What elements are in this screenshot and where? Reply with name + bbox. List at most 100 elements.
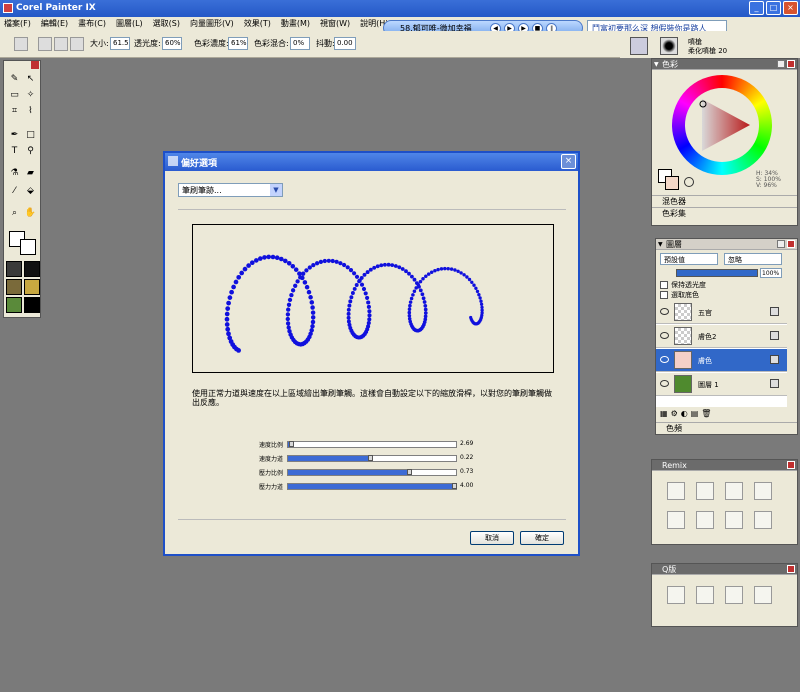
- straight-line-icon[interactable]: [54, 37, 68, 51]
- delete-layer-icon[interactable]: 🗑: [701, 409, 711, 421]
- chalk-icon[interactable]: [696, 511, 714, 529]
- brush-icon[interactable]: ✎: [8, 73, 21, 86]
- ink-pen-icon[interactable]: [667, 586, 685, 604]
- layer-opacity-field[interactable]: 100%: [760, 268, 782, 278]
- toolbox-close-icon[interactable]: [31, 61, 39, 69]
- menu-file[interactable]: 檔案(F): [4, 17, 31, 31]
- oil-brush-icon[interactable]: [667, 482, 685, 500]
- additional-color-swatch[interactable]: [20, 239, 36, 255]
- palette-knife-icon[interactable]: [725, 482, 743, 500]
- panel-menu-icon[interactable]: [777, 60, 785, 68]
- dropper-icon[interactable]: ⚗: [8, 167, 21, 180]
- eraser-icon[interactable]: ▰: [24, 167, 37, 180]
- hue-ring[interactable]: [672, 75, 772, 175]
- eye-icon[interactable]: [660, 380, 669, 387]
- layer-row[interactable]: 膚色2: [656, 325, 787, 348]
- rect-select-icon[interactable]: ▭: [8, 89, 21, 102]
- slider-knob[interactable]: [452, 483, 457, 489]
- marker-icon[interactable]: [754, 511, 772, 529]
- airbrush-icon[interactable]: [754, 586, 772, 604]
- remix-palette-header[interactable]: Remix: [652, 460, 797, 471]
- grabber-icon[interactable]: ✋: [24, 207, 37, 220]
- new-layer-icon[interactable]: ▤: [691, 409, 699, 421]
- velocity-scale-slider[interactable]: 速度比例 2.69: [225, 440, 505, 450]
- pressure-power-slider[interactable]: 壓力力道 4.00: [225, 482, 505, 492]
- magnifier-icon[interactable]: ⌕: [8, 207, 21, 220]
- layer-adjuster-icon[interactable]: ↖: [24, 73, 37, 86]
- dialog-close-button[interactable]: ×: [561, 154, 576, 169]
- eyedropper-icon[interactable]: ⁄: [8, 185, 21, 198]
- brush-variant-icon[interactable]: [70, 37, 84, 51]
- resat-field[interactable]: 61%: [228, 37, 248, 50]
- crop-icon[interactable]: ⌗: [8, 105, 21, 118]
- slider-knob[interactable]: [407, 469, 412, 475]
- slider-track[interactable]: [287, 441, 457, 448]
- fine-pen-icon[interactable]: [696, 586, 714, 604]
- pastel-icon[interactable]: [667, 511, 685, 529]
- channels-panel-header[interactable]: 色頻: [656, 422, 797, 433]
- q-palette-header[interactable]: Q版: [652, 564, 797, 575]
- bleed-field[interactable]: 0%: [290, 37, 310, 50]
- eye-icon[interactable]: [660, 332, 669, 339]
- pen-icon[interactable]: ✒: [8, 129, 21, 142]
- ok-button[interactable]: 確定: [520, 531, 564, 545]
- layer-row-selected[interactable]: 膚色: [656, 349, 787, 372]
- eye-icon[interactable]: [660, 356, 669, 363]
- smear-brush-icon[interactable]: [754, 482, 772, 500]
- shape-selection-icon[interactable]: ⚲: [24, 145, 37, 158]
- layer-opacity-slider[interactable]: [676, 269, 758, 277]
- menu-window[interactable]: 視窗(W): [320, 17, 350, 31]
- brush-selector[interactable]: 噴槍 柔化噴槍 20: [620, 31, 800, 58]
- pressure-scale-slider[interactable]: 壓力比例 0.73: [225, 468, 505, 478]
- slider-knob[interactable]: [289, 441, 294, 447]
- panel-close-icon[interactable]: [787, 60, 795, 68]
- additional-color-chip[interactable]: [665, 176, 679, 190]
- cancel-button[interactable]: 取消: [470, 531, 514, 545]
- lasso-icon[interactable]: ⌇: [24, 105, 37, 118]
- clone-color-icon[interactable]: [684, 177, 694, 187]
- layer-mask-icon[interactable]: ◐: [681, 409, 688, 421]
- opacity-field[interactable]: 60%: [162, 37, 182, 50]
- brush-tool-icon[interactable]: [14, 37, 28, 51]
- brush-tracking-scratchpad[interactable]: [192, 224, 554, 373]
- velocity-power-slider[interactable]: 速度力道 0.22: [225, 454, 505, 464]
- menu-effects[interactable]: 效果(T): [244, 17, 271, 31]
- magic-wand-icon[interactable]: ✧: [24, 89, 37, 102]
- collapse-icon[interactable]: ▼: [654, 59, 659, 70]
- gradient-selector-icon[interactable]: [24, 261, 40, 277]
- brush-dab-icon[interactable]: [660, 37, 678, 55]
- collapse-icon[interactable]: ▼: [658, 239, 663, 250]
- menu-edit[interactable]: 編輯(E): [41, 17, 68, 31]
- look-selector-icon[interactable]: [24, 297, 40, 313]
- slider-knob[interactable]: [368, 455, 373, 461]
- colors-panel-header[interactable]: ▼ 色彩: [652, 59, 797, 70]
- layers-panel-header[interactable]: ▼ 圖層: [656, 239, 797, 250]
- paper-selector-icon[interactable]: [6, 261, 22, 277]
- panel-menu-icon[interactable]: [777, 240, 785, 248]
- star-brush-icon[interactable]: [725, 586, 743, 604]
- menu-select[interactable]: 選取(S): [153, 17, 180, 31]
- jitter-field[interactable]: 0.00: [334, 37, 356, 50]
- eye-icon[interactable]: [660, 308, 669, 315]
- menu-shapes[interactable]: 向量圖形(V): [190, 17, 234, 31]
- paint-bucket-icon[interactable]: ⬙: [24, 185, 37, 198]
- blender-brush-icon[interactable]: [696, 482, 714, 500]
- layer-commands-icon[interactable]: ▦: [660, 409, 668, 421]
- mixer-panel-header[interactable]: 混色器: [652, 195, 797, 206]
- menu-layers[interactable]: 圖層(L): [116, 17, 143, 31]
- rectangle-shape-icon[interactable]: □: [24, 129, 37, 142]
- panel-close-icon[interactable]: [787, 565, 795, 573]
- weaving-selector-icon[interactable]: [24, 279, 40, 295]
- saturation-value-triangle[interactable]: [672, 75, 772, 175]
- panel-close-icon[interactable]: [787, 240, 795, 248]
- preserve-transparency-checkbox[interactable]: [660, 281, 668, 289]
- pattern-selector-icon[interactable]: [6, 279, 22, 295]
- maximize-button[interactable]: □: [766, 1, 781, 15]
- chevron-down-icon[interactable]: ▼: [270, 184, 282, 196]
- freehand-stroke-icon[interactable]: [38, 37, 52, 51]
- pick-up-underlying-checkbox[interactable]: [660, 291, 668, 299]
- slider-track[interactable]: [287, 469, 457, 476]
- slider-track[interactable]: [287, 455, 457, 462]
- minimize-button[interactable]: _: [749, 1, 764, 15]
- composite-method-select[interactable]: 預設值: [660, 253, 718, 265]
